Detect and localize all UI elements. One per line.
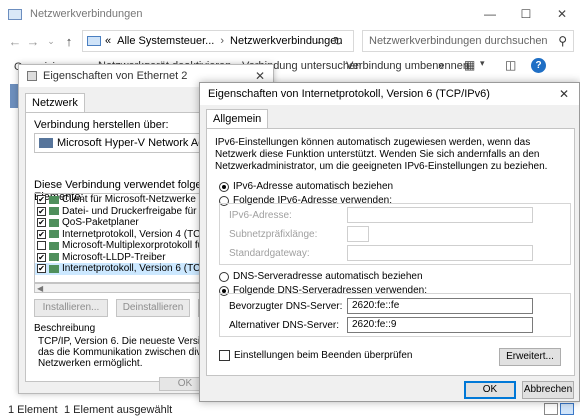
refresh-icon[interactable]: ↻ [333, 34, 343, 48]
checkbox[interactable]: ✔ [37, 252, 46, 262]
ok-button[interactable]: OK [464, 381, 516, 399]
preview-pane-icon[interactable]: ◫ [505, 58, 516, 72]
component-icon [49, 207, 59, 216]
checkbox[interactable]: ✔ [37, 229, 46, 239]
cancel-button[interactable]: Abbrechen [522, 381, 574, 399]
status-item-count: 1 Element [8, 404, 58, 416]
help-icon[interactable]: ? [531, 58, 546, 73]
component-icon [49, 218, 59, 227]
search-icon: ⚲ [558, 34, 567, 48]
prefix-length-label: Subnetzpräfixlänge: [229, 229, 318, 240]
tab-network[interactable]: Netzwerk [25, 93, 85, 112]
maximize-icon[interactable]: ☐ [508, 0, 544, 28]
component-icon [49, 230, 59, 239]
network-icon [27, 71, 37, 81]
recent-dropdown-icon[interactable]: ⌄ [42, 36, 60, 47]
network-icon [8, 8, 22, 20]
component-icon [49, 241, 59, 250]
ip-address-label: IPv6-Adresse: [229, 210, 292, 221]
uninstall-button[interactable]: Deinstallieren [116, 299, 190, 317]
minimize-icon[interactable]: — [472, 0, 508, 28]
list-item-label: Client für Microsoft-Netzwerke [62, 194, 196, 206]
window-title: Netzwerkverbindungen [30, 8, 143, 20]
rename-connection-button[interactable]: Verbindung umbenennen [346, 60, 469, 72]
connect-using-label: Verbindung herstellen über: [34, 119, 169, 131]
status-bar: 1 Element 1 Element ausgewählt [0, 400, 580, 420]
list-item-label: Microsoft-LLDP-Treiber [62, 251, 166, 263]
search-placeholder: Netzwerkverbindungen durchsuchen [369, 35, 548, 47]
preferred-dns-field[interactable]: 2620:fe::fe [347, 298, 533, 314]
radio-button[interactable] [219, 181, 229, 192]
search-input[interactable]: Netzwerkverbindungen durchsuchen ⚲ [362, 30, 574, 52]
dialog-title: Eigenschaften von Ethernet 2 [43, 70, 188, 82]
adapter-icon [39, 138, 53, 148]
breadcrumb-prefix[interactable]: « [105, 35, 111, 47]
checkbox[interactable]: ✔ [37, 264, 46, 274]
checkbox-label: Einstellungen beim Beenden überprüfen [234, 350, 413, 361]
radio-label: IPv6-Adresse automatisch beziehen [233, 181, 394, 192]
more-commands-button[interactable]: » [438, 60, 444, 72]
scroll-left-icon[interactable]: ◀ [37, 284, 43, 293]
gateway-label: Standardgateway: [229, 248, 310, 259]
dialog-titlebar: Eigenschaften von Internetprotokoll, Ver… [200, 83, 579, 105]
back-arrow-icon[interactable]: ← [6, 34, 24, 49]
advanced-button[interactable]: Erweitert... [499, 348, 561, 366]
checkbox[interactable] [219, 350, 230, 361]
ipv6-properties-dialog: Eigenschaften von Internetprotokoll, Ver… [199, 82, 580, 402]
checkbox[interactable]: ✔ [37, 218, 46, 228]
intro-text: IPv6-Einstellungen können automatisch zu… [215, 137, 548, 172]
radio-label: DNS-Serveradresse automatisch beziehen [233, 271, 423, 282]
radio-auto-dns[interactable]: DNS-Serveradresse automatisch beziehen [219, 271, 423, 282]
radio-auto-ip[interactable]: IPv6-Adresse automatisch beziehen [219, 181, 393, 192]
radio-button[interactable] [219, 271, 229, 282]
close-icon[interactable]: ✕ [255, 69, 265, 83]
component-icon [49, 264, 59, 273]
validate-settings-checkbox[interactable]: Einstellungen beim Beenden überprüfen [219, 350, 412, 361]
ip-address-field [347, 207, 533, 223]
alternate-dns-label: Alternativer DNS-Server: [229, 320, 340, 331]
gateway-field [347, 245, 533, 261]
chevron-down-icon[interactable]: ⌄ [315, 36, 323, 47]
component-icon [49, 253, 59, 262]
breadcrumb-item[interactable]: Alle Systemsteuer... [117, 35, 214, 47]
forward-arrow-icon[interactable]: → [24, 34, 42, 49]
checkbox[interactable]: ✔ [37, 195, 46, 205]
view-options-icon[interactable]: ▦ [464, 58, 475, 72]
explorer-titlebar: Netzwerkverbindungen — ☐ ✕ [0, 0, 580, 28]
breadcrumb-item[interactable]: Netzwerkverbindungen [230, 35, 343, 47]
alternate-dns-field[interactable]: 2620:fe::9 [347, 317, 533, 333]
prefix-length-field [347, 226, 369, 242]
preferred-dns-label: Bevorzugter DNS-Server: [229, 301, 343, 312]
list-item-label: QoS-Paketplaner [62, 217, 139, 229]
close-icon[interactable]: ✕ [559, 87, 569, 101]
up-arrow-icon[interactable]: ↑ [60, 34, 78, 49]
checkbox[interactable] [37, 241, 46, 251]
large-icons-view-icon[interactable] [560, 403, 574, 415]
checkbox[interactable]: ✔ [37, 206, 46, 216]
general-tab-panel: IPv6-Einstellungen können automatisch zu… [206, 128, 575, 376]
chevron-right-icon[interactable]: › [220, 35, 224, 47]
details-view-icon[interactable] [544, 403, 558, 415]
control-panel-icon [87, 36, 101, 46]
install-button[interactable]: Installieren... [34, 299, 108, 317]
chevron-down-icon[interactable]: ▾ [480, 58, 485, 69]
close-icon[interactable]: ✕ [544, 0, 580, 28]
address-bar[interactable]: « Alle Systemsteuer... › Netzwerkverbind… [82, 30, 354, 52]
dialog-title: Eigenschaften von Internetprotokoll, Ver… [208, 88, 490, 100]
status-selected-count: 1 Element ausgewählt [64, 404, 173, 416]
tab-general[interactable]: Allgemein [206, 109, 269, 128]
component-icon [49, 195, 59, 204]
